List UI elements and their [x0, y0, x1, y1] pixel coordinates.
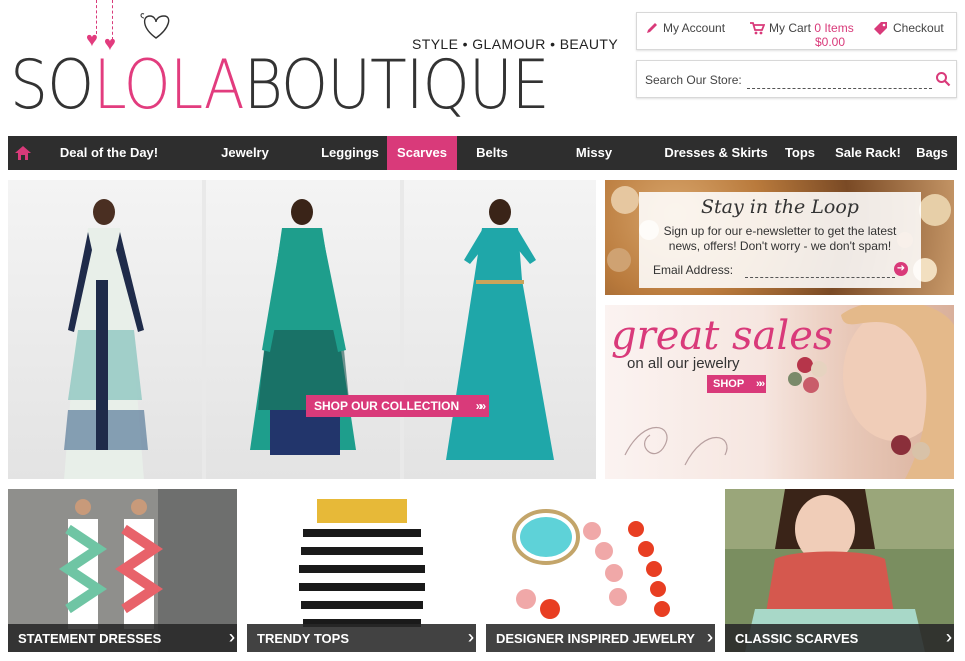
- nav-item-deal-of-the-day[interactable]: Deal of the Day!: [50, 136, 168, 170]
- category-tile-designer-jewelry[interactable]: DESIGNER INSPIRED JEWELRY ›››: [486, 489, 715, 652]
- sales-title: great sales: [611, 313, 834, 359]
- email-field[interactable]: [745, 262, 895, 278]
- tile-label: DESIGNER INSPIRED JEWELRY: [496, 631, 695, 646]
- jewelry-sale-banner[interactable]: great sales on all our jewelry SHOP »»: [605, 305, 954, 479]
- category-tile-trendy-tops[interactable]: TRENDY TOPS ›››: [247, 489, 476, 652]
- logo-wordmark: SOLOLABOUTIQUE: [10, 46, 550, 125]
- tile-caption-bar: CLASSIC SCARVES ›››: [725, 624, 954, 652]
- nav-item-tops[interactable]: Tops: [778, 136, 822, 170]
- email-label: Email Address:: [653, 263, 734, 277]
- sales-subtitle: on all our jewelry: [627, 355, 740, 372]
- my-account-link[interactable]: My Account: [645, 21, 725, 35]
- category-tile-classic-scarves[interactable]: CLASSIC SCARVES ›››: [725, 489, 954, 652]
- shop-collection-button[interactable]: SHOP OUR COLLECTION »»: [306, 395, 490, 417]
- tag-icon: [874, 22, 887, 35]
- my-cart-label: My Cart: [769, 21, 811, 35]
- home-icon[interactable]: [14, 145, 32, 161]
- my-cart-link[interactable]: My Cart 0 Items $0.00: [749, 21, 854, 49]
- nav-item-sale-rack[interactable]: Sale Rack!: [832, 136, 904, 170]
- arrow-right-circle-icon[interactable]: ➜: [894, 262, 908, 276]
- chevrons-right-icon: »»: [475, 399, 487, 413]
- newsletter-card: Stay in the Loop Sign up for our e-newsl…: [639, 192, 921, 288]
- checkout-link[interactable]: Checkout: [873, 21, 944, 35]
- main-nav: Deal of the Day! Jewelry Leggings Scarve…: [8, 136, 957, 170]
- nav-item-scarves[interactable]: Scarves: [387, 136, 457, 170]
- newsletter-title: Stay in the Loop: [701, 196, 859, 218]
- search-bar: Search Our Store:: [636, 60, 957, 98]
- checkout-label: Checkout: [893, 21, 944, 35]
- nav-item-bags[interactable]: Bags: [912, 136, 952, 170]
- sales-shop-label: SHOP: [713, 378, 745, 390]
- account-bar: My Account My Cart 0 Items $0.00 Checkou…: [636, 12, 957, 50]
- nav-item-dresses-skirts[interactable]: Dresses & Skirts: [664, 136, 768, 170]
- search-input[interactable]: [747, 71, 932, 89]
- chevrons-right-icon: »»: [755, 378, 765, 390]
- hero-banner[interactable]: [8, 180, 596, 479]
- tile-label: STATEMENT DRESSES: [18, 631, 162, 646]
- site-logo[interactable]: ♥ ♥ STYLE • GLAMOUR • BEAUTY SOLOLABOUTI…: [8, 0, 618, 125]
- hero-model-image: [8, 180, 202, 479]
- nav-item-missy[interactable]: Missy: [562, 136, 626, 170]
- sales-shop-button[interactable]: SHOP »»: [707, 375, 767, 393]
- tile-label: TRENDY TOPS: [257, 631, 349, 646]
- my-account-label: My Account: [663, 21, 726, 35]
- tile-caption-bar: TRENDY TOPS ›››: [247, 624, 476, 652]
- nav-item-belts[interactable]: Belts: [464, 136, 520, 170]
- tile-caption-bar: DESIGNER INSPIRED JEWELRY ›››: [486, 624, 715, 652]
- shop-collection-label: SHOP OUR COLLECTION: [314, 399, 460, 413]
- logo-part-accent: LOLA: [93, 46, 244, 125]
- search-icon[interactable]: [935, 71, 951, 87]
- nav-item-leggings[interactable]: Leggings: [314, 136, 386, 170]
- category-tile-statement-dresses[interactable]: STATEMENT DRESSES ›››: [8, 489, 237, 652]
- hero-model-image: [404, 180, 596, 479]
- pencil-icon: [647, 23, 657, 33]
- search-label: Search Our Store:: [645, 73, 742, 87]
- tile-label: CLASSIC SCARVES: [735, 631, 859, 646]
- cart-icon: [750, 22, 765, 35]
- newsletter-panel: Stay in the Loop Sign up for our e-newsl…: [605, 180, 954, 295]
- swirl-heart-icon: [140, 13, 170, 39]
- logo-part: BOUTIQUE: [243, 46, 550, 125]
- logo-part: SO: [10, 46, 94, 125]
- cart-total: $0.00: [815, 35, 846, 49]
- nav-item-jewelry[interactable]: Jewelry: [208, 136, 282, 170]
- hero-model-image: [206, 180, 400, 479]
- newsletter-text: Sign up for our e-newsletter to get the …: [663, 224, 897, 253]
- tile-caption-bar: STATEMENT DRESSES ›››: [8, 624, 237, 652]
- cart-item-count: 0 Items: [814, 21, 854, 35]
